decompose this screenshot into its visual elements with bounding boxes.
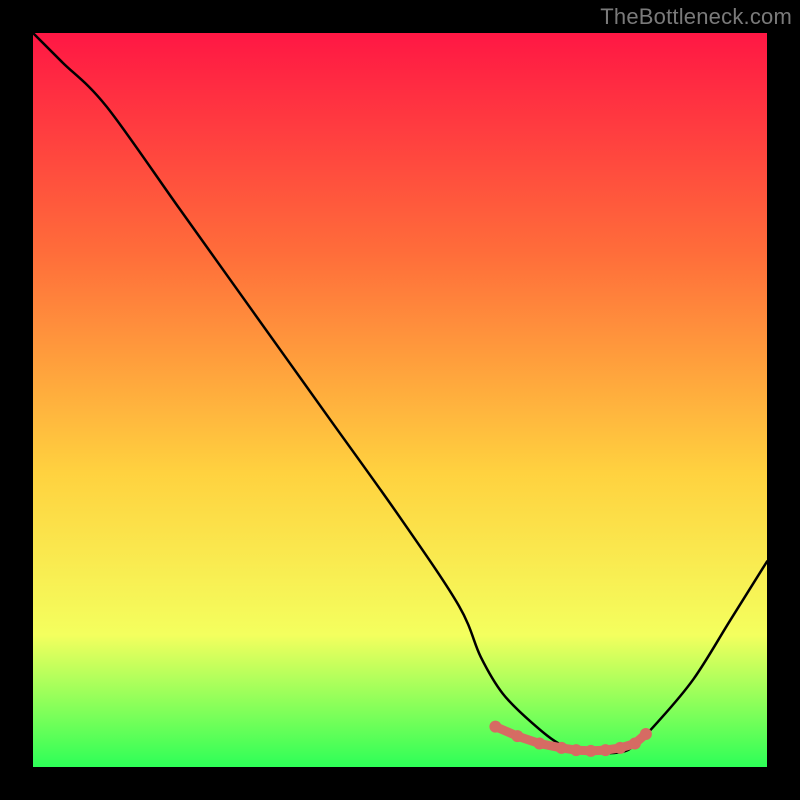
flat-point [511,730,523,742]
chart-frame: TheBottleneck.com [0,0,800,800]
flat-point [533,738,545,750]
watermark-text: TheBottleneck.com [600,4,792,30]
plot-area [33,33,767,767]
chart-svg [33,33,767,767]
flat-point [489,721,501,733]
flat-point [570,744,582,756]
flat-point [614,742,626,754]
flat-point [585,745,597,757]
gradient-bg [33,33,767,767]
flat-point [555,742,567,754]
flat-point [629,738,641,750]
flat-point [600,744,612,756]
flat-point [640,728,652,740]
